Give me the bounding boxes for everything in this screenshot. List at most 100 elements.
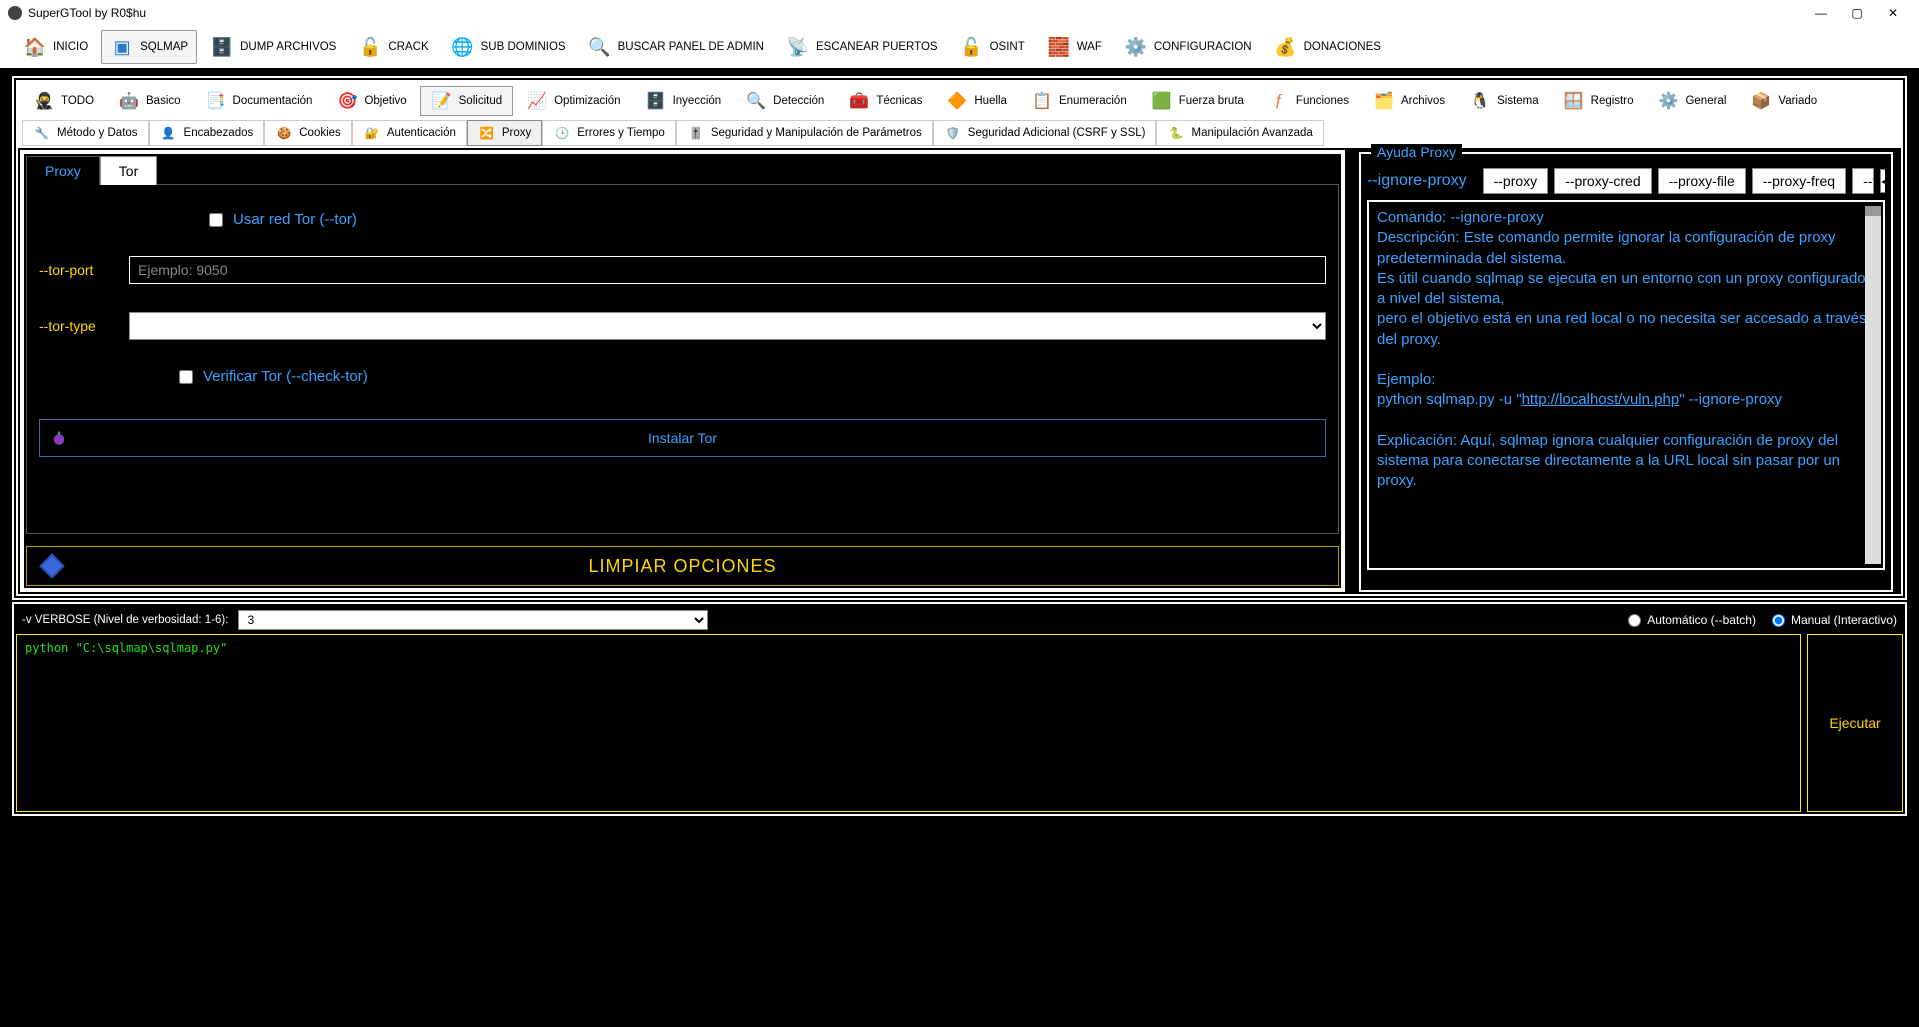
proxy-icon: 🔀 [478, 124, 496, 142]
check-tor-checkbox[interactable] [179, 370, 193, 384]
minimize-button[interactable]: ― [1803, 0, 1839, 26]
help-line: Ejemplo: [1377, 370, 1875, 390]
firewall-icon: 🧱 [1047, 35, 1071, 59]
sec-funciones[interactable]: ƒFunciones [1257, 86, 1360, 116]
tab-label: ESCANEAR PUERTOS [816, 41, 938, 53]
proxy-tor-tabs: Proxy Tor [26, 156, 1339, 185]
help-line: Comando: --ignore-proxy [1377, 208, 1875, 228]
sec-basico[interactable]: 🤖Basico [107, 86, 192, 116]
sec-todo[interactable]: 🥷TODO [22, 86, 105, 116]
sec-sistema[interactable]: 🐧Sistema [1458, 86, 1550, 116]
tab-tor[interactable]: Tor [100, 156, 157, 185]
help-tab-proxy-cred[interactable]: --proxy-cred [1554, 168, 1651, 194]
sql-doc-icon: 📑 [205, 90, 227, 112]
help-body: Comando: --ignore-proxy Descripción: Est… [1367, 200, 1885, 570]
help-tab-proxy[interactable]: --proxy [1483, 168, 1549, 194]
ter-metodo-datos[interactable]: 🔧Método y Datos [22, 120, 149, 146]
tab-sqlmap[interactable]: ▣SQLMAP [101, 30, 197, 64]
linux-icon: 🐧 [1469, 90, 1491, 112]
tools-icon: 🧰 [848, 90, 870, 112]
ter-errores-tiempo[interactable]: 🕒Errores y Tiempo [542, 120, 676, 146]
ter-csrf-ssl[interactable]: 🛡️Seguridad Adicional (CSRF y SSL) [933, 120, 1157, 146]
tab-crack[interactable]: 🔓CRACK [349, 30, 437, 64]
tab-label: INICIO [53, 41, 88, 53]
help-scrollbar[interactable] [1865, 206, 1881, 564]
mode-manual[interactable]: Manual (Interactivo) [1772, 613, 1897, 627]
tab-dump-archivos[interactable]: 🗄️DUMP ARCHIVOS [201, 30, 345, 64]
mode-auto-radio[interactable] [1628, 614, 1641, 627]
database-icon: 🗄️ [645, 90, 667, 112]
tab-subdominios[interactable]: 🌐SUB DOMINIOS [442, 30, 575, 64]
ter-cookies[interactable]: 🍪Cookies [264, 120, 352, 146]
help-example-link[interactable]: http://localhost/vuln.php [1522, 391, 1680, 408]
check-tor-checkbox-row[interactable]: Verificar Tor (--check-tor) [179, 368, 368, 385]
ter-manipulacion-avanzada[interactable]: 🐍Manipulación Avanzada [1156, 120, 1323, 146]
ter-seguridad-params[interactable]: 🎚️Seguridad y Manipulación de Parámetros [676, 120, 933, 146]
app-icon [8, 6, 22, 20]
main-split: Proxy Tor Usar red Tor (--tor) --tor-por… [18, 148, 1901, 594]
verbose-label: -v VERBOSE (Nivel de verbosidad: 1-6): [22, 614, 228, 626]
windows-icon: 🪟 [1563, 90, 1585, 112]
tab-inicio[interactable]: 🏠 INICIO [14, 30, 97, 64]
sec-general[interactable]: ⚙️General [1646, 86, 1737, 116]
clear-options-label: LIMPIAR OPCIONES [588, 556, 776, 577]
sec-deteccion[interactable]: 🔍Detección [734, 86, 835, 116]
execute-button[interactable]: Ejecutar [1807, 634, 1903, 812]
tab-label: CRACK [388, 41, 428, 53]
tab-port-scan[interactable]: 📡ESCANEAR PUERTOS [777, 30, 947, 64]
tor-port-input[interactable] [129, 256, 1326, 284]
clear-options-button[interactable]: LIMPIAR OPCIONES [26, 546, 1339, 586]
tab-osint[interactable]: 🔓OSINT [951, 30, 1034, 64]
tab-proxy[interactable]: Proxy [26, 156, 100, 185]
help-line: pero el objetivo está en una red local o… [1377, 309, 1875, 350]
home-icon: 🏠 [23, 35, 47, 59]
help-tab-more[interactable]: --tc [1852, 168, 1874, 194]
tor-type-label: --tor-type [39, 318, 129, 334]
matrix-icon: 🟩 [1151, 90, 1173, 112]
tab-label: DUMP ARCHIVOS [240, 41, 336, 53]
python-icon: 🐍 [1167, 124, 1185, 142]
tab-donate[interactable]: 💰DONACIONES [1265, 30, 1390, 64]
sec-objetivo[interactable]: 🎯Objetivo [325, 86, 417, 116]
sec-enumeracion[interactable]: 📋Enumeración [1020, 86, 1138, 116]
help-line: Es útil cuando sqlmap se ejecuta en un e… [1377, 269, 1875, 310]
gauge-icon: 📈 [526, 90, 548, 112]
tab-admin-panel[interactable]: 🔍BUSCAR PANEL DE ADMIN [579, 30, 773, 64]
maximize-button[interactable]: ▢ [1839, 0, 1875, 26]
sec-documentacion[interactable]: 📑Documentación [194, 86, 324, 116]
tab-label: WAF [1077, 41, 1102, 53]
tab-config[interactable]: ⚙️CONFIGURACION [1115, 30, 1261, 64]
close-button[interactable]: ✕ [1875, 0, 1911, 26]
help-tab-ignore-proxy[interactable]: --ignore-proxy [1367, 168, 1477, 194]
sec-huella[interactable]: 🔶Huella [935, 86, 1018, 116]
list-icon: 📋 [1031, 90, 1053, 112]
help-tab-proxy-freq[interactable]: --proxy-freq [1752, 168, 1846, 194]
main-toolbar: 🏠 INICIO ▣SQLMAP 🗄️DUMP ARCHIVOS 🔓CRACK 🌐… [0, 26, 1919, 72]
help-scroll-left[interactable]: ◂ [1880, 169, 1885, 193]
box-icon: 📦 [1750, 90, 1772, 112]
sec-inyeccion[interactable]: 🗄️Inyección [634, 86, 733, 116]
gear-icon: ⚙️ [1124, 35, 1148, 59]
use-tor-checkbox-row[interactable]: Usar red Tor (--tor) [209, 211, 357, 228]
ter-encabezados[interactable]: 👤Encabezados [149, 120, 265, 146]
tab-waf[interactable]: 🧱 WAF [1038, 30, 1111, 64]
tab-label: SUB DOMINIOS [481, 41, 566, 53]
sec-fuerza-bruta[interactable]: 🟩Fuerza bruta [1140, 86, 1255, 116]
sec-solicitud[interactable]: 📝Solicitud [420, 86, 513, 116]
sec-registro[interactable]: 🪟Registro [1552, 86, 1645, 116]
ter-proxy[interactable]: 🔀Proxy [467, 120, 542, 146]
verbose-select[interactable]: 3 [238, 610, 708, 630]
sec-archivos[interactable]: 🗂️Archivos [1362, 86, 1456, 116]
sec-tecnicas[interactable]: 🧰Técnicas [837, 86, 933, 116]
sec-variado[interactable]: 📦Variado [1739, 86, 1828, 116]
mode-manual-radio[interactable] [1772, 614, 1785, 627]
help-tab-proxy-file[interactable]: --proxy-file [1658, 168, 1746, 194]
sec-optimizacion[interactable]: 📈Optimización [515, 86, 631, 116]
tab-label: OSINT [990, 41, 1025, 53]
bottom-area: -v VERBOSE (Nivel de verbosidad: 1-6): 3… [12, 602, 1907, 816]
tor-type-select[interactable] [129, 312, 1326, 340]
use-tor-checkbox[interactable] [209, 213, 223, 227]
install-tor-button[interactable]: Instalar Tor [39, 419, 1326, 457]
mode-auto[interactable]: Automático (--batch) [1628, 613, 1756, 627]
ter-autenticacion[interactable]: 🔐Autenticación [352, 120, 467, 146]
